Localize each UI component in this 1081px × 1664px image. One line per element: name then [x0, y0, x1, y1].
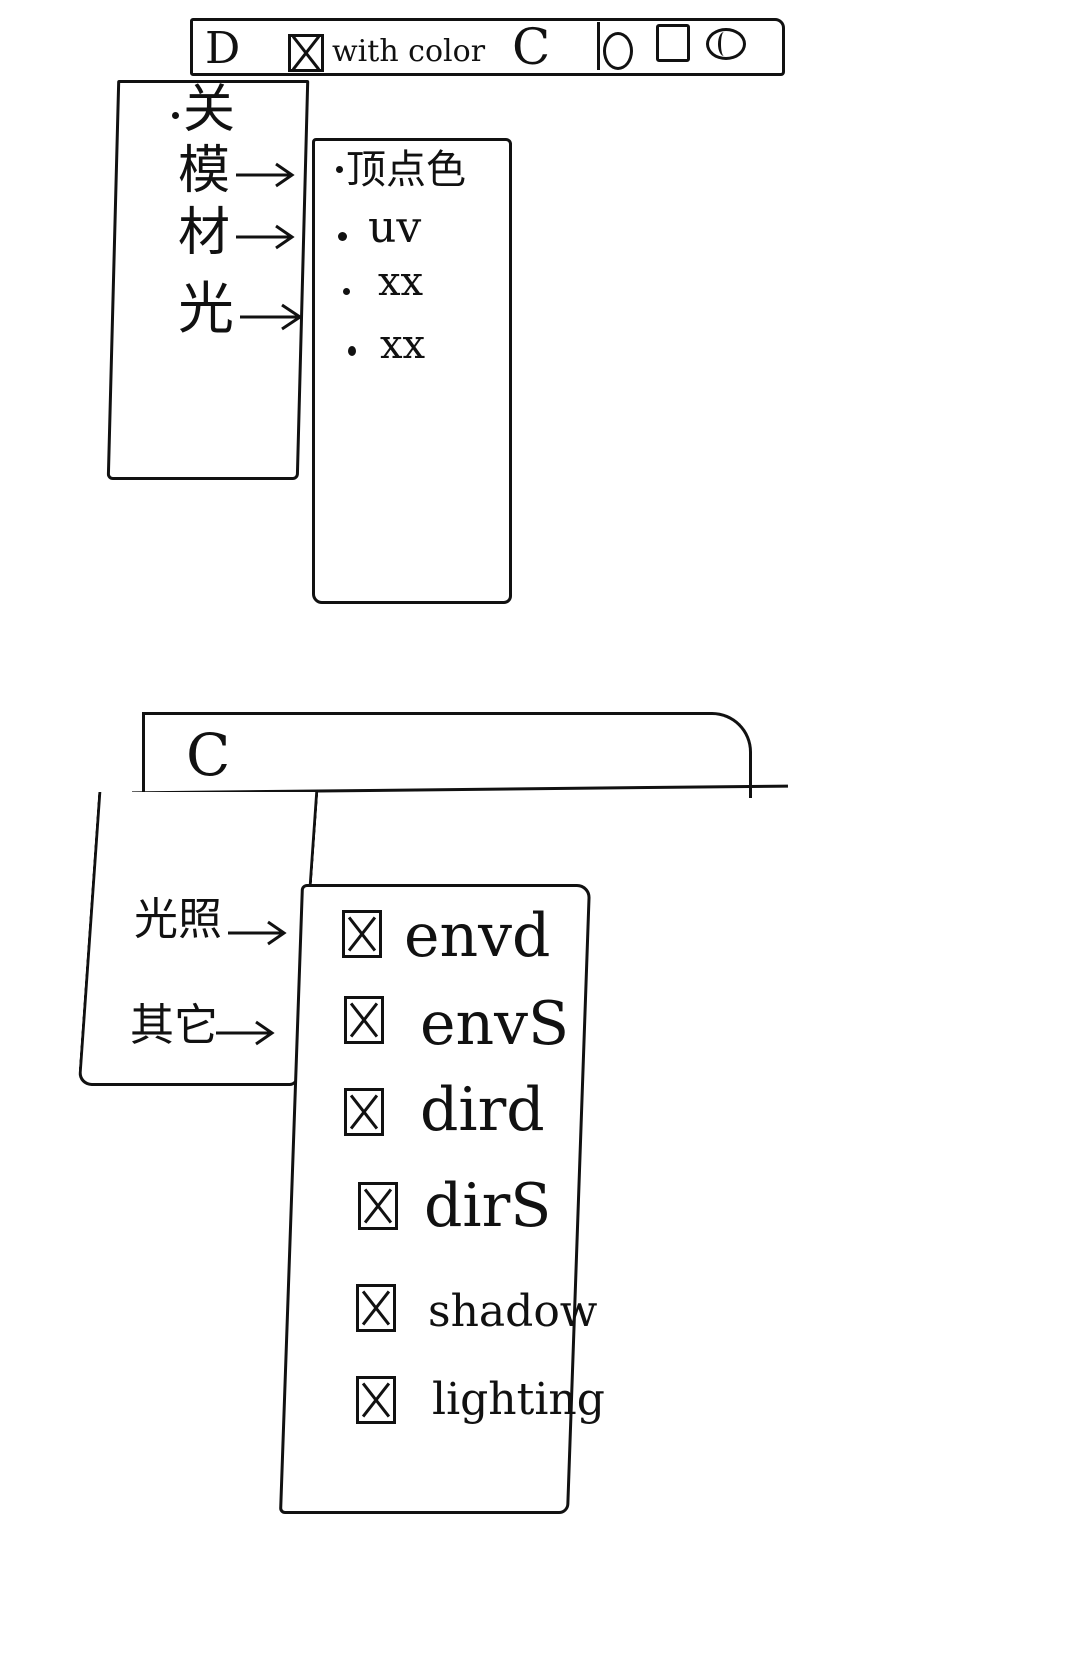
dird-label: dird [420, 1075, 545, 1145]
arrow-right-icon [228, 920, 287, 946]
with-color-label: with color [332, 34, 486, 69]
menu-item-guang[interactable]: 光 [178, 282, 234, 338]
d-button[interactable]: D [205, 27, 240, 71]
envd-checkbox[interactable] [342, 910, 382, 958]
menu-item-bullet [172, 112, 179, 119]
arrow-right-icon [216, 1020, 275, 1046]
submenu-item-vertex-color[interactable]: 顶点色 [346, 150, 466, 190]
c-button[interactable]: C [512, 22, 550, 72]
arrow-right-icon [240, 303, 303, 331]
submenu-bullet [336, 166, 343, 173]
submenu-bullet [343, 288, 350, 295]
arrow-right-icon [236, 162, 295, 188]
lighting-label: lighting [432, 1374, 605, 1425]
envd-label: envd [404, 901, 551, 971]
rectangle-icon[interactable] [656, 24, 690, 62]
ellipse-icon[interactable] [603, 32, 633, 70]
submenu-item-xx-2[interactable]: xx [380, 325, 425, 365]
submenu-bullet [338, 232, 347, 241]
with-color-checkbox[interactable] [288, 34, 324, 72]
menu-item-cai[interactable]: 材 [178, 207, 230, 259]
dird-checkbox[interactable] [344, 1088, 384, 1136]
top-toolbar [190, 18, 785, 76]
envs-label: envS [420, 989, 570, 1059]
envs-checkbox[interactable] [344, 996, 384, 1044]
submenu-item-xx-1[interactable]: xx [378, 262, 423, 302]
menu-item-lighting[interactable]: 光照 [134, 898, 222, 942]
arrow-right-icon [236, 224, 295, 250]
menu-item-other[interactable]: 其它 [130, 1004, 218, 1048]
c-button-bottom[interactable]: C [186, 726, 230, 784]
lighting-checkbox[interactable] [356, 1376, 396, 1424]
submenu-bullet [348, 346, 356, 356]
submenu-item-uv[interactable]: uv [368, 206, 421, 250]
menu-item-mo[interactable]: 模 [178, 145, 230, 197]
dirs-label: dirS [424, 1171, 552, 1241]
shadow-checkbox[interactable] [356, 1284, 396, 1332]
shadow-label: shadow [428, 1286, 598, 1337]
sphere-icon-inner [718, 32, 730, 56]
toolbar-divider [597, 22, 600, 70]
menu-item-guan[interactable]: 关 [183, 84, 235, 136]
dirs-checkbox[interactable] [358, 1182, 398, 1230]
